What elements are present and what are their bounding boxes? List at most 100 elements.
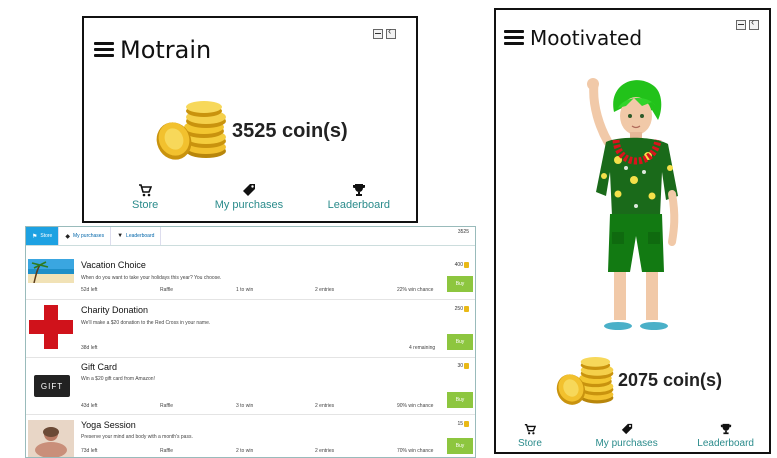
yoga-thumbnail — [28, 420, 74, 457]
store-item-yoga: Yoga Session Preserve your mind and body… — [26, 414, 475, 457]
item-price: 30 — [457, 363, 469, 369]
item-title: Gift Card — [81, 362, 118, 372]
tab-my-purchases[interactable]: ◆ My purchases — [59, 227, 112, 245]
cart-icon — [139, 184, 153, 197]
store-item-charity: Charity Donation We'll make a $20 donati… — [26, 299, 475, 358]
tab-leaderboard-label: Leaderboard — [126, 233, 155, 239]
nav-store-label: Store — [518, 438, 542, 449]
item-time-left: 52d left — [81, 287, 98, 293]
minimize-icon[interactable] — [373, 29, 383, 39]
item-price-value: 400 — [454, 262, 463, 268]
tag-icon — [242, 184, 255, 196]
window-controls — [736, 17, 759, 30]
motrain-header: Motrain — [94, 36, 211, 64]
tab-my-purchases-label: My purchases — [72, 233, 105, 239]
item-price-value: 30 — [457, 363, 463, 369]
item-entries: 2 entries — [315, 287, 335, 293]
trophy-icon: ▼ — [117, 233, 124, 239]
window-controls — [373, 26, 396, 39]
buy-button[interactable]: Buy — [447, 276, 473, 292]
item-entries: 2 entries — [315, 403, 335, 409]
gift-card-thumbnail: GIFT — [34, 375, 70, 397]
nav-purchases-label: My purchases — [595, 438, 658, 449]
tab-store[interactable]: ⚑ Store — [26, 227, 60, 245]
coin-icon — [464, 262, 469, 268]
item-time-left: 38d left — [81, 345, 98, 351]
item-remaining: 4 remaining — [409, 345, 436, 351]
tag-icon — [621, 423, 632, 435]
item-type: Raffle — [160, 287, 173, 293]
item-to-win: 2 to win — [236, 448, 254, 454]
menu-icon[interactable] — [94, 42, 114, 58]
coin-stack-icon — [556, 356, 614, 405]
mootivated-panel: Mootivated ‹ 2075 coin(s) Store My purch… — [494, 8, 771, 454]
store-coin-total: 3525 — [457, 229, 469, 235]
item-title: Vacation Choice — [81, 260, 146, 270]
coin-stack-icon — [156, 101, 226, 160]
mootivated-header: Mootivated — [504, 26, 642, 50]
motrain-panel: Motrain 3525 coin(s) Store My purchases — [82, 16, 418, 223]
page-title: Motrain — [120, 36, 212, 64]
motrain-nav: Store My purchases Leaderboard — [132, 183, 390, 211]
coin-icon — [464, 306, 469, 312]
nav-purchases[interactable]: My purchases — [215, 183, 283, 211]
nav-leaderboard[interactable]: Leaderboard — [697, 422, 754, 449]
item-win-chance: 90% win chance — [397, 403, 434, 409]
page-title: Mootivated — [530, 26, 643, 50]
nav-store[interactable]: Store — [518, 422, 542, 449]
nav-leaderboard-label: Leaderboard — [697, 438, 754, 449]
coin-balance: 2075 coin(s) — [618, 370, 723, 390]
buy-button[interactable]: Buy — [447, 392, 473, 408]
collapse-icon[interactable] — [749, 17, 759, 30]
store-panel: ⚑ Store ◆ My purchases ▼ Leaderboard 352… — [25, 226, 476, 458]
store-item-gift-card: GIFT Gift Card Win a $20 gift card from … — [26, 357, 475, 415]
flag-icon: ⚑ — [32, 233, 38, 240]
buy-button[interactable]: Buy — [447, 438, 473, 454]
item-description: Win a $20 gift card from Amazon! — [81, 376, 155, 382]
nav-leaderboard[interactable]: Leaderboard — [328, 183, 390, 211]
avatar-character — [587, 78, 679, 330]
gift-card-text: GIFT — [40, 381, 64, 391]
nav-leaderboard-label: Leaderboard — [327, 199, 390, 211]
beach-thumbnail — [28, 259, 74, 283]
buy-button[interactable]: Buy — [447, 334, 473, 350]
nav-purchases-label: My purchases — [214, 199, 284, 211]
coin-icon — [464, 363, 469, 369]
nav-store[interactable]: Store — [132, 183, 158, 211]
red-cross-icon — [29, 305, 73, 349]
coin-icon — [464, 421, 469, 427]
tag-icon: ◆ — [65, 233, 70, 240]
item-description: When do you want to take your holidays t… — [81, 275, 222, 281]
collapse-icon[interactable] — [386, 26, 396, 39]
coin-balance: 3525 coin(s) — [232, 120, 348, 142]
minimize-icon[interactable] — [736, 20, 746, 30]
item-price-value: 250 — [454, 306, 463, 312]
mootivated-nav: Store My purchases Leaderboard — [518, 422, 754, 449]
tab-store-label: Store — [40, 233, 53, 239]
item-description: Preserve your mind and body with a month… — [81, 434, 193, 440]
item-win-chance: 22% win chance — [397, 287, 434, 293]
trophy-icon — [352, 184, 365, 196]
store-tabs: ⚑ Store ◆ My purchases ▼ Leaderboard 352… — [26, 227, 475, 246]
menu-icon[interactable] — [504, 30, 524, 46]
tab-leaderboard[interactable]: ▼ Leaderboard — [111, 227, 162, 245]
item-title: Charity Donation — [81, 305, 149, 315]
item-description: We'll make a $20 donation to the Red Cro… — [81, 320, 211, 326]
item-price: 15 — [457, 421, 469, 427]
item-price-value: 15 — [457, 421, 463, 427]
item-to-win: 1 to win — [236, 287, 254, 293]
item-type: Raffle — [160, 403, 173, 409]
item-time-left: 73d left — [81, 448, 98, 454]
nav-store-label: Store — [132, 199, 159, 211]
item-title: Yoga Session — [81, 420, 136, 430]
item-win-chance: 70% win chance — [397, 448, 434, 454]
trophy-icon — [720, 423, 731, 435]
item-type: Raffle — [160, 448, 173, 454]
nav-purchases[interactable]: My purchases — [595, 422, 658, 449]
item-entries: 2 entries — [315, 448, 335, 454]
item-time-left: 43d left — [81, 403, 98, 409]
item-price: 250 — [455, 306, 469, 312]
item-to-win: 3 to win — [236, 403, 254, 409]
store-item-vacation: Vacation Choice When do you want to take… — [26, 257, 475, 300]
item-price: 400 — [455, 262, 469, 268]
